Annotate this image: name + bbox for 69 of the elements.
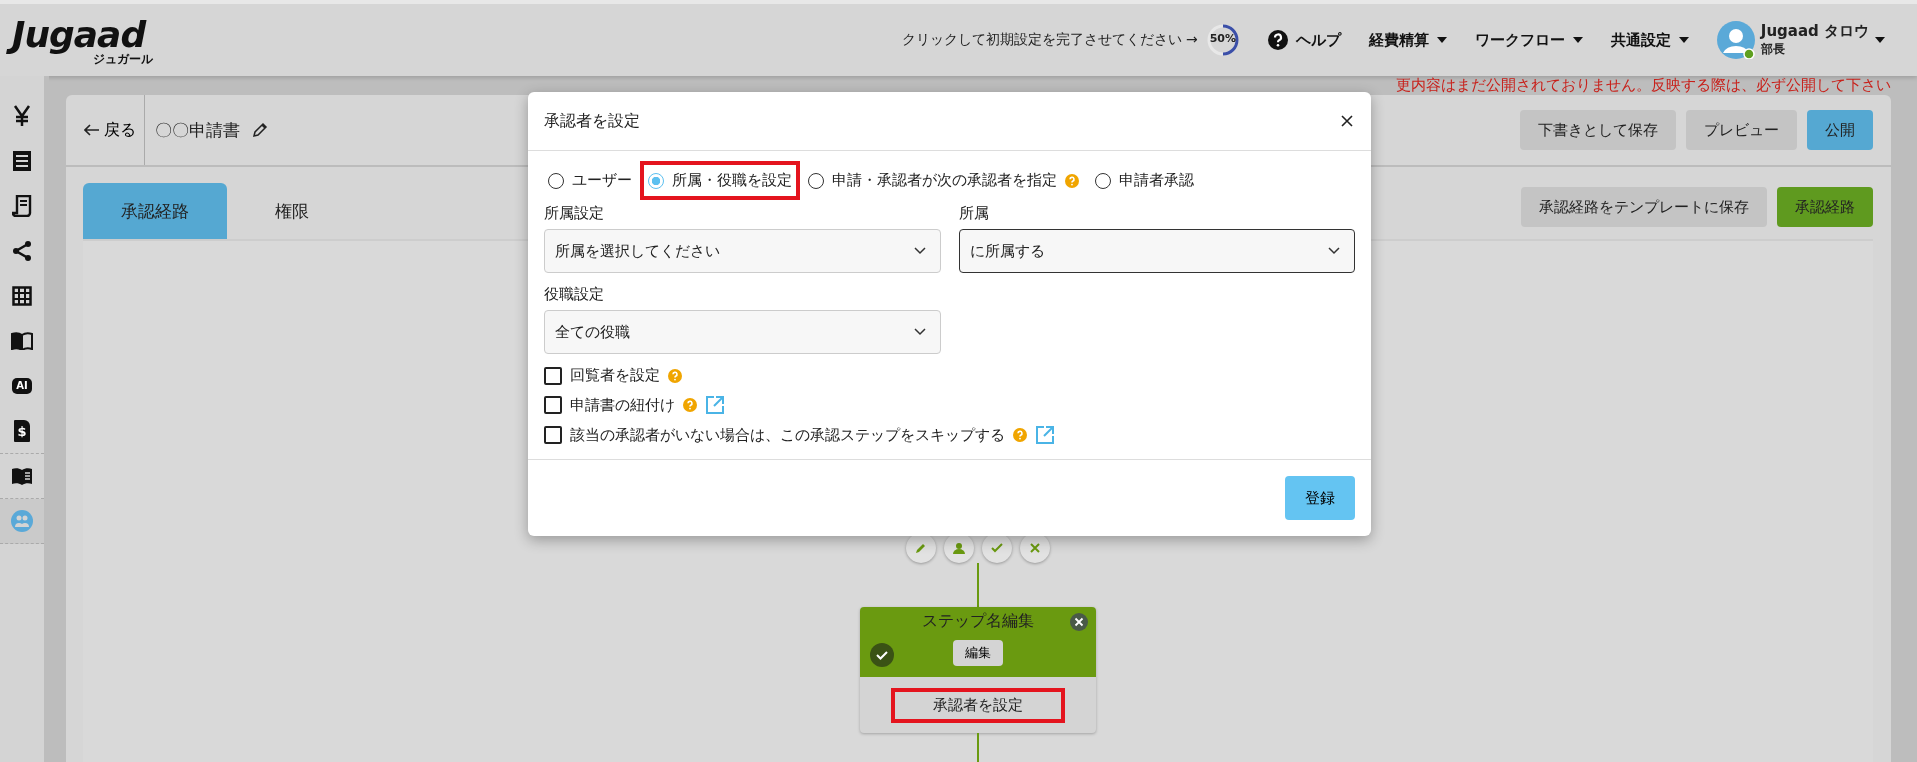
chevron-icon [913,247,926,255]
help-icon [1267,30,1288,50]
publish-button[interactable]: 公開 [1807,110,1873,150]
setup-prompt-link[interactable]: クリックして初期設定を完了させてください → [901,31,1198,49]
pencil-icon [915,542,927,554]
radio-option[interactable]: 申請・承認者が次の承認者を指定 [800,161,1087,200]
book-icon [11,332,33,350]
avatar-icon [1716,21,1755,59]
caret-icon [1436,37,1447,43]
unpublished-warning: 更内容はまだ公開されておりません。反映する際は、必ず公開して下さい [1396,76,1891,95]
field-label: 所属設定 [544,204,605,223]
people-icon [11,510,33,532]
dropdown-field[interactable]: 全ての役職 [544,310,941,354]
radio-option[interactable]: 申請者承認 [1087,161,1202,200]
radio-option[interactable]: 所属・役職を設定 [640,161,800,200]
sidebar-item[interactable]: $ [0,409,44,454]
edit-button[interactable]: 編集 [953,640,1003,666]
grid-icon [12,286,32,306]
field-label: 役職設定 [544,285,605,304]
progress-reading: 50% [1208,32,1237,45]
step-name: ステップ名編集 [922,611,1034,632]
radio-option[interactable]: ユーザー [544,161,640,200]
sidebar-item[interactable]: AI [0,364,44,409]
checkbox[interactable] [544,396,562,414]
checkbox[interactable] [544,426,562,444]
close-icon [1029,542,1041,554]
dropdown-field[interactable]: 所属を選択してください [544,229,941,273]
set-approver-link[interactable]: 承認者を設定 [891,687,1065,723]
pencil-icon[interactable] [252,122,268,138]
checkbox-label: 該当の承認者がいない場合は、この承認ステップをスキップする [570,425,1005,445]
dropdown-field[interactable]: に所属する [958,229,1355,273]
caret-icon [1875,37,1885,43]
checkbox[interactable] [544,366,562,385]
check-icon [991,542,1003,554]
checkbox-label: 申請書の紐付け [570,395,675,415]
back-arrow-icon [84,124,100,136]
nav-menu[interactable]: ワークフロー [1474,30,1583,50]
field-label: 所属 [958,204,990,223]
action-button[interactable]: 承認経路をテンプレートに保存 [1521,187,1767,227]
action-button[interactable]: 承認経路 [1777,187,1873,227]
register-button[interactable]: 登録 [1285,476,1355,520]
tab[interactable]: 承認経路 [83,183,227,239]
chevron-icon [1328,247,1340,255]
share-icon [12,240,32,262]
person-icon [953,542,965,554]
dialog-title: 承認者を設定 [544,110,640,132]
action-button[interactable]: 下書きとして保存 [1520,110,1676,150]
yen-icon [12,105,32,127]
action-button[interactable]: プレビュー [1686,110,1797,150]
ai-chat-badge: AI [12,378,32,394]
chevron-icon [913,328,926,336]
close-icon[interactable] [1341,115,1353,127]
receipt-icon [12,195,32,217]
close-icon[interactable] [1070,613,1088,631]
user-menu[interactable]: Jugaad タロウ 部長 [1716,21,1885,59]
caret-icon [1678,37,1689,43]
form-title: 〇〇申請書 [155,118,240,142]
tab[interactable]: 権限 [237,183,347,239]
nav-menu[interactable]: 共通設定 [1610,30,1689,50]
nav-menu[interactable]: 経費精算 [1368,30,1447,50]
help-link[interactable]: ヘルプ [1267,30,1341,50]
open-book-icon [11,467,33,485]
dollar-document-badge: $ [14,420,30,442]
user-name: Jugaad タロウ [1760,22,1869,41]
checkbox-label: 回覧者を設定 [570,366,660,385]
document-list-icon [12,150,32,172]
caret-icon [1572,37,1583,43]
back-link[interactable]: 戻る [66,95,145,165]
user-role: 部長 [1760,41,1786,58]
